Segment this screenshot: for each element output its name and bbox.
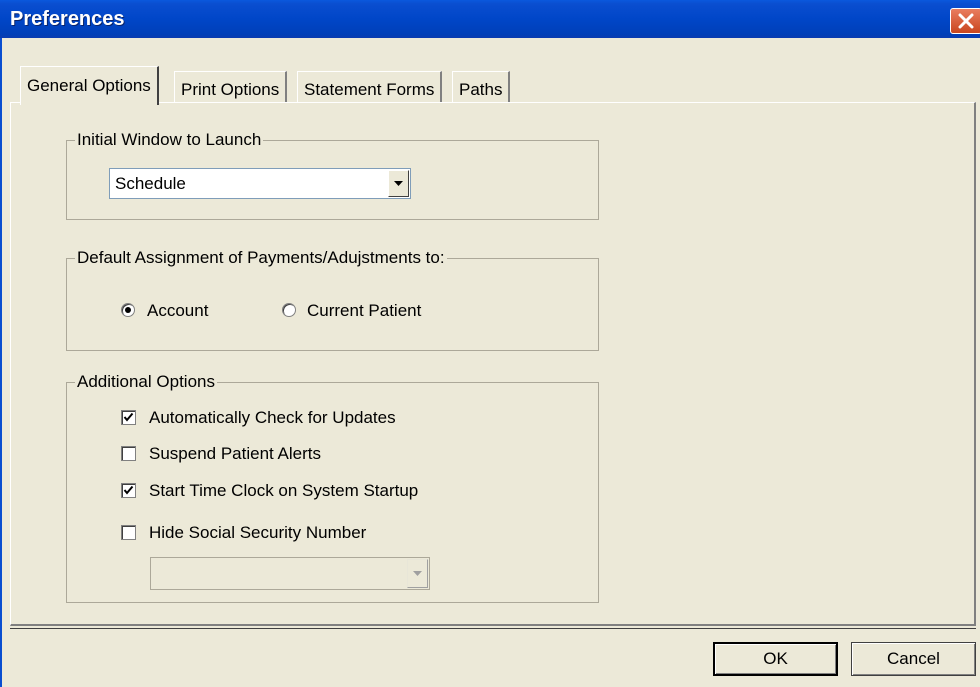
dropdown-button[interactable] xyxy=(407,559,428,588)
tab-label: Print Options xyxy=(181,80,280,99)
ok-button[interactable]: OK xyxy=(713,642,838,676)
chevron-down-icon xyxy=(394,181,403,186)
tab-label: Statement Forms xyxy=(304,80,435,99)
start-time-clock-checkbox[interactable] xyxy=(121,483,136,498)
tab-general-options[interactable]: General Options xyxy=(20,66,159,105)
close-button[interactable] xyxy=(950,8,980,34)
close-icon xyxy=(958,13,974,29)
tab-paths[interactable]: Paths xyxy=(452,71,511,103)
checkmark-icon xyxy=(123,485,134,495)
window-border xyxy=(0,38,2,687)
cancel-button[interactable]: Cancel xyxy=(851,642,976,676)
group-label: Default Assignment of Payments/Adujstmen… xyxy=(75,248,447,268)
tab-label: General Options xyxy=(27,76,151,95)
group-label: Additional Options xyxy=(75,372,217,392)
tab-label: Paths xyxy=(459,80,503,99)
ssn-format-select[interactable] xyxy=(150,557,430,590)
group-label: Initial Window to Launch xyxy=(75,130,264,150)
auto-check-updates-checkbox[interactable] xyxy=(121,410,136,425)
title-bar: Preferences xyxy=(0,0,980,38)
divider xyxy=(10,628,976,629)
account-radio[interactable] xyxy=(121,303,135,317)
auto-check-updates-label[interactable]: Automatically Check for Updates xyxy=(149,408,396,428)
dropdown-button[interactable] xyxy=(388,170,409,197)
window-title: Preferences xyxy=(10,8,125,30)
suspend-patient-alerts-checkbox[interactable] xyxy=(121,446,136,461)
account-radio-label[interactable]: Account xyxy=(147,301,208,321)
start-time-clock-label[interactable]: Start Time Clock on System Startup xyxy=(149,481,418,501)
initial-window-select[interactable]: Schedule xyxy=(109,168,411,199)
chevron-down-icon xyxy=(413,571,422,576)
current-patient-radio[interactable] xyxy=(282,303,296,317)
selected-value: Schedule xyxy=(115,174,186,193)
checkmark-icon xyxy=(123,412,134,422)
tab-statement-forms[interactable]: Statement Forms xyxy=(297,71,443,103)
hide-ssn-label[interactable]: Hide Social Security Number xyxy=(149,523,366,543)
tab-print-options[interactable]: Print Options xyxy=(174,71,288,103)
current-patient-radio-label[interactable]: Current Patient xyxy=(307,301,421,321)
hide-ssn-checkbox[interactable] xyxy=(121,525,136,540)
suspend-patient-alerts-label[interactable]: Suspend Patient Alerts xyxy=(149,444,321,464)
